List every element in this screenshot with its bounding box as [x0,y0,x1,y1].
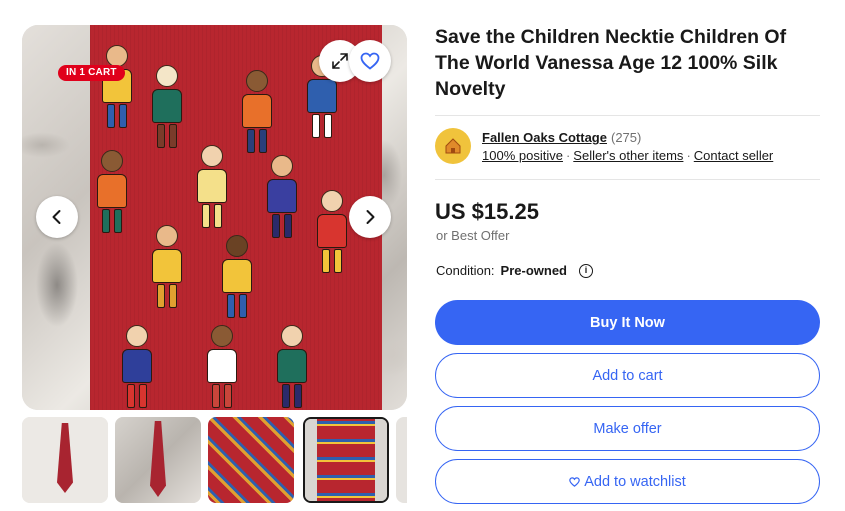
listing-title: Save the Children Necktie Children Of Th… [435,26,787,100]
tie-figure [205,325,239,408]
in-cart-badge: IN 1 CART [58,65,125,81]
add-to-watchlist-label: Add to watchlist [584,473,686,490]
expand-icon [332,53,348,69]
thumbnail-1[interactable] [22,417,108,503]
make-offer-button[interactable]: Make offer [435,406,820,451]
thumbnail-2[interactable] [115,417,201,503]
separator: · [565,148,571,163]
info-icon[interactable]: i [579,263,594,278]
condition-row: Condition: Pre-owned i [436,263,594,278]
thumbnail-3[interactable] [208,417,294,503]
buy-it-now-button[interactable]: Buy It Now [435,300,820,345]
buy-it-now-label: Buy It Now [590,314,665,331]
add-to-watchlist-button[interactable]: Add to watchlist [435,459,820,504]
thumbnail-4[interactable] [303,417,389,503]
tie-figure [265,155,299,238]
seller-links: 100% positive · Seller's other items · Conta… [482,148,773,163]
divider [435,179,820,180]
tie-figure [315,190,349,273]
contact-seller-link[interactable]: Contact seller [694,148,773,163]
positive-feedback-link[interactable]: 100% positive [482,148,563,163]
tie-figure [195,145,229,228]
tie-figure [100,45,134,128]
add-to-cart-label: Add to cart [592,367,663,384]
thumbnail-tie [317,419,375,501]
separator: · [686,148,691,163]
previous-image-button[interactable] [36,196,78,238]
tie-figure [240,70,274,153]
divider [435,115,820,116]
tie-figure [120,325,154,408]
tie-figure [220,235,254,318]
next-image-button[interactable] [349,196,391,238]
heart-icon [569,476,580,487]
tie-figure [95,150,129,233]
thumbnail-strip [22,417,407,503]
seller-other-items-link[interactable]: Seller's other items [573,148,683,163]
house-icon [445,138,461,154]
add-to-cart-button[interactable]: Add to cart [435,353,820,398]
seller-logo[interactable] [435,128,471,164]
watchlist-heart-button[interactable] [349,40,391,82]
heart-icon [360,52,380,70]
tie-figure [150,225,184,308]
condition-label: Condition: [436,263,495,278]
tie-figure [150,65,184,148]
seller-name-link[interactable]: Fallen Oaks Cottage [482,130,607,145]
thumbnail-5[interactable] [396,417,407,503]
chevron-right-icon [366,210,375,224]
tie-figure [275,325,309,408]
make-offer-label: Make offer [593,420,662,437]
best-offer-text: or Best Offer [436,228,510,243]
seller-feedback-count: (275) [611,130,642,145]
price: US $15.25 [435,199,539,224]
chevron-left-icon [52,210,61,224]
condition-value: Pre-owned [500,263,568,278]
necktie-image [90,25,382,410]
